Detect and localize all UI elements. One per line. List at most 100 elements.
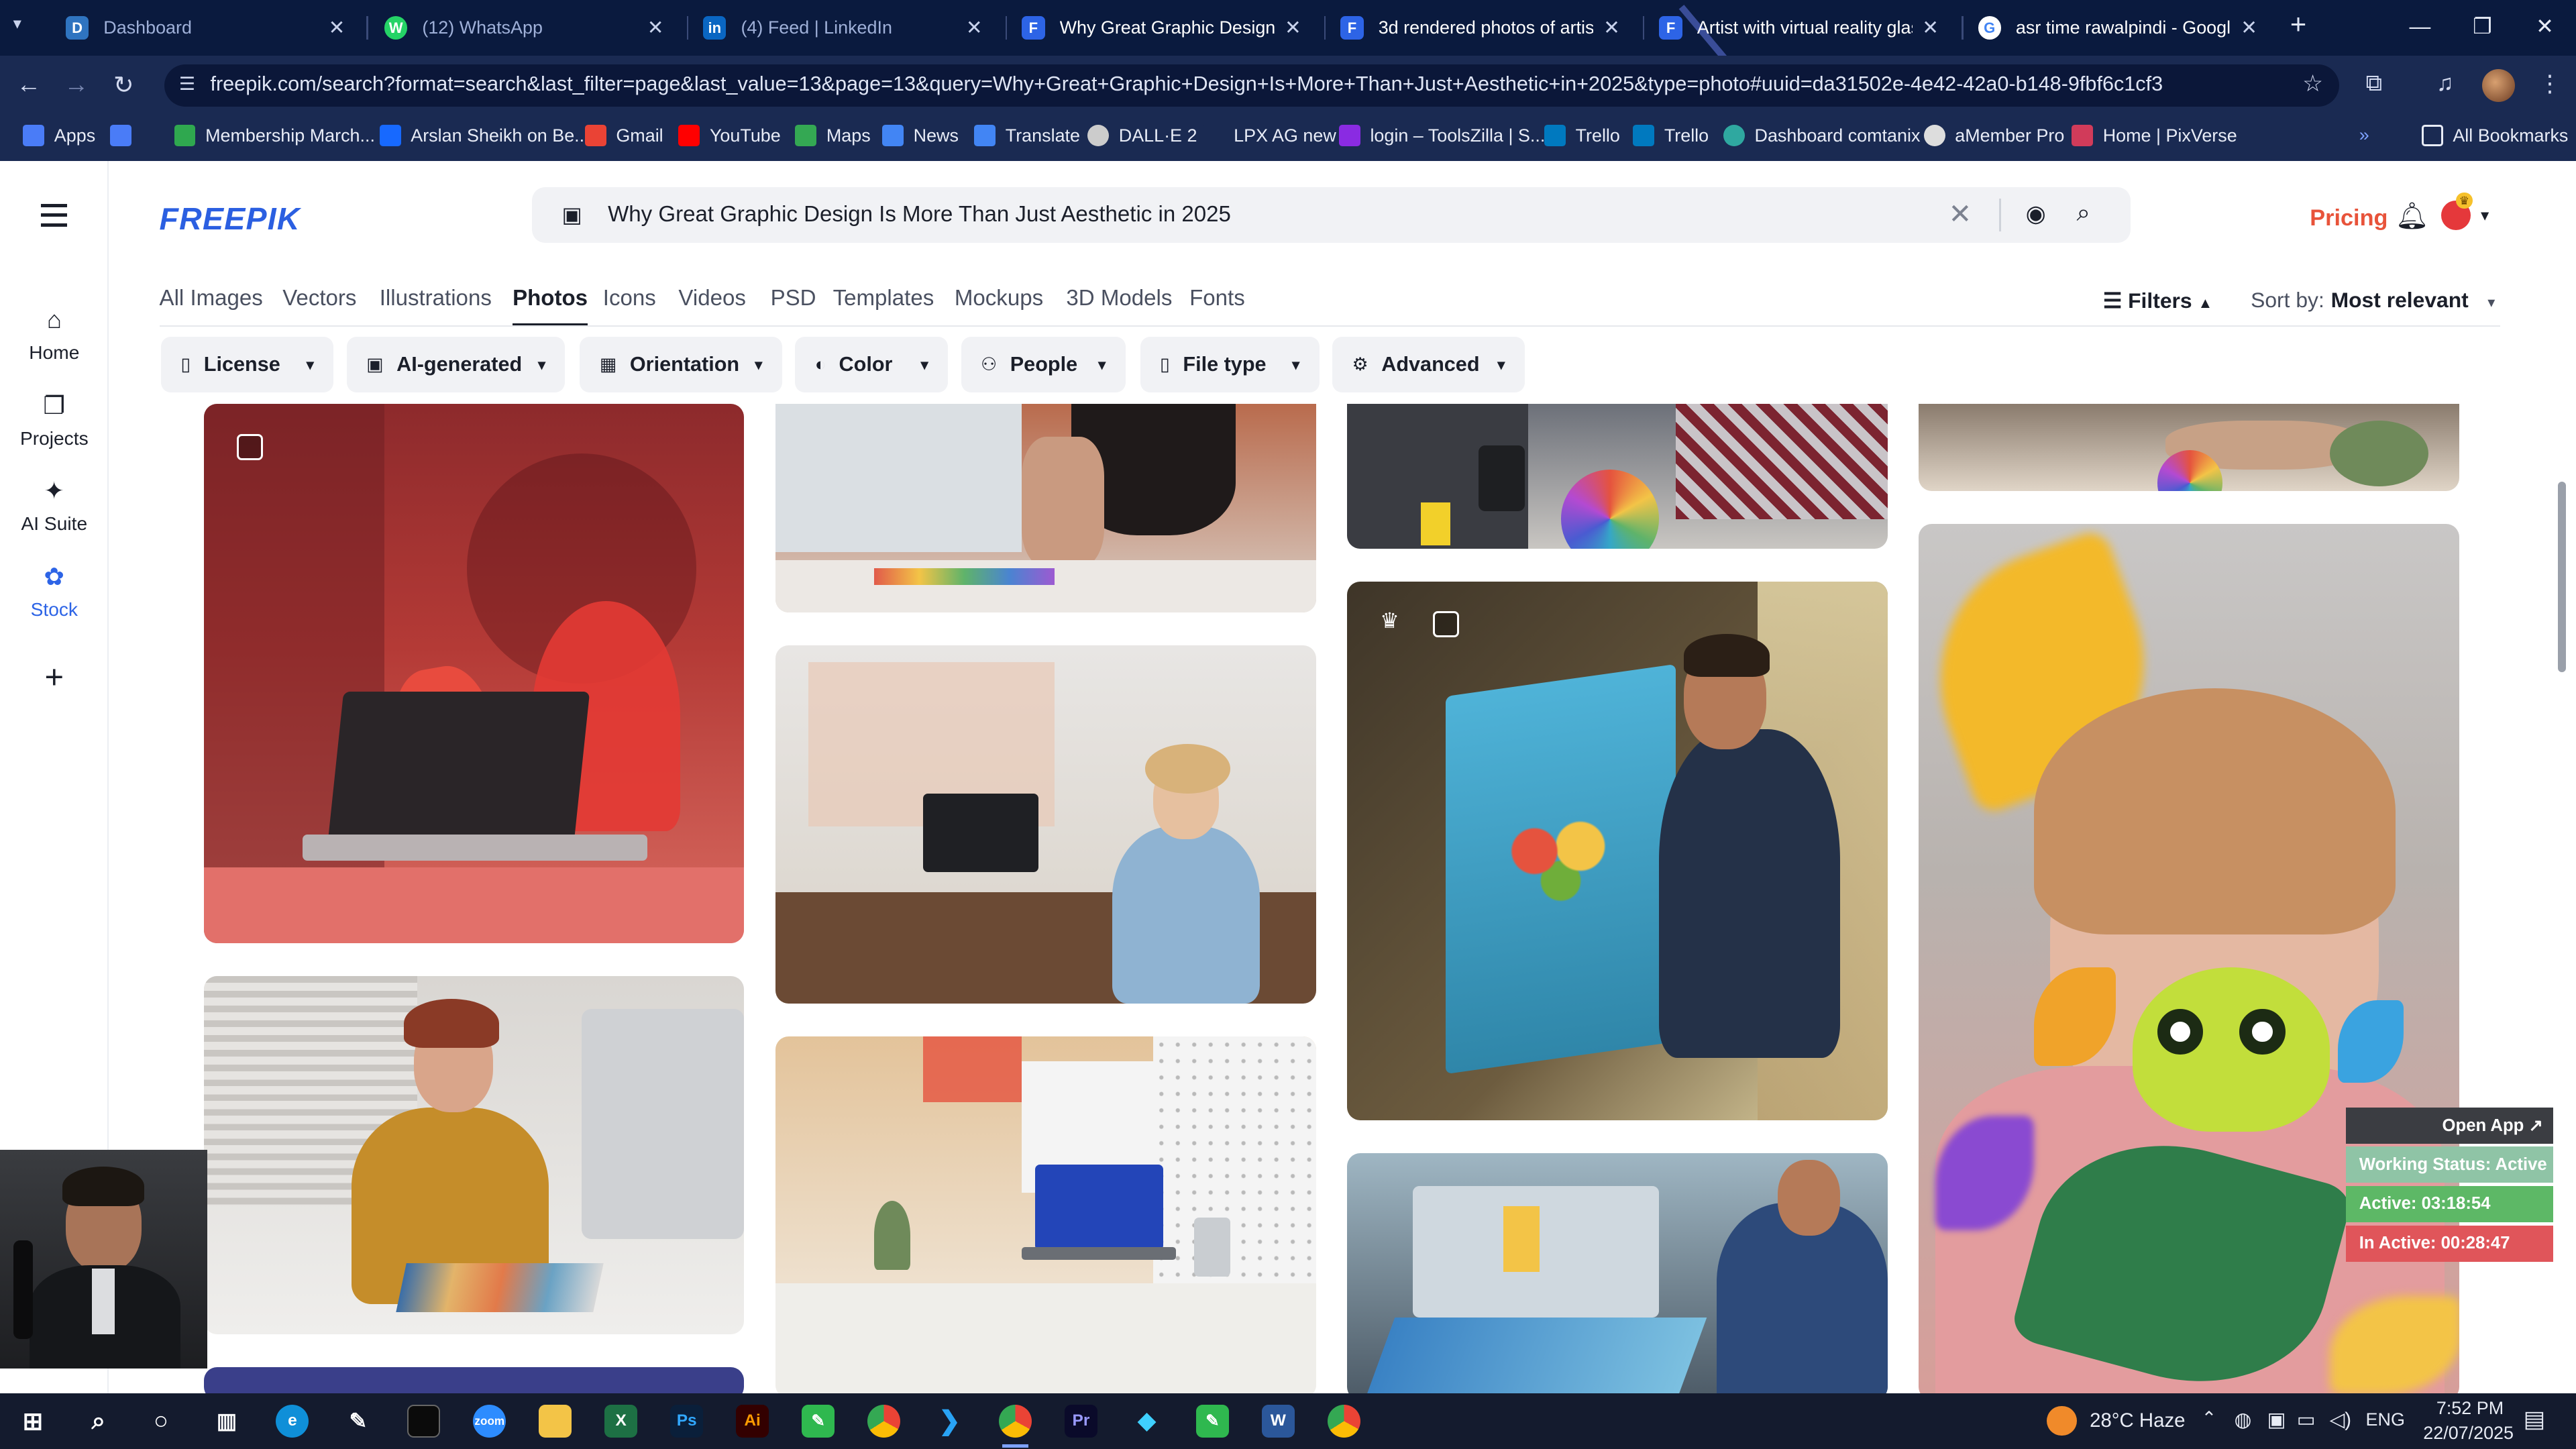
back-arrow-icon[interactable]: ← bbox=[16, 70, 41, 99]
language-indicator[interactable]: ENG bbox=[2366, 1409, 2405, 1430]
notifications-icon[interactable]: ▤ bbox=[2524, 1406, 2545, 1433]
image-type-icon[interactable]: ▣ bbox=[562, 202, 582, 227]
bookmark-news[interactable]: News bbox=[882, 125, 959, 146]
bookmark-pixverse[interactable]: Home | PixVerse bbox=[2072, 125, 2237, 146]
file-explorer-icon[interactable] bbox=[539, 1404, 572, 1438]
bookmark-trello-1[interactable]: Trello bbox=[1544, 125, 1620, 146]
tray-app-icon[interactable]: ▣ bbox=[2267, 1408, 2286, 1432]
extensions-icon[interactable]: ⧉ bbox=[2366, 70, 2382, 97]
rail-home[interactable]: ⌂ Home bbox=[0, 306, 109, 364]
tab-photos[interactable]: Photos bbox=[513, 286, 588, 326]
premiere-icon[interactable]: Pr bbox=[1064, 1404, 1097, 1438]
browser-tab-whatsapp[interactable]: W (12) WhatsApp ✕ bbox=[368, 7, 680, 50]
media-controls-icon[interactable]: ♫ bbox=[2436, 70, 2454, 97]
search-bar[interactable]: ▣ Why Great Graphic Design Is More Than … bbox=[532, 187, 2131, 244]
all-bookmarks-button[interactable]: All Bookmarks bbox=[2421, 125, 2568, 146]
browser-tab-freepik-active[interactable]: F Why Great Graphic Design Is M ✕ bbox=[1006, 7, 1318, 50]
close-tab-icon[interactable]: ✕ bbox=[329, 16, 345, 40]
tab-templates[interactable]: Templates bbox=[833, 286, 934, 311]
bookmark-grid[interactable] bbox=[110, 125, 142, 146]
bookmark-behance[interactable]: Arslan Sheikh on Be... bbox=[379, 125, 590, 146]
tab-psd[interactable]: PSD bbox=[771, 286, 816, 311]
diamond-app-icon[interactable]: ◆ bbox=[1130, 1405, 1163, 1438]
volume-icon[interactable]: ◁) bbox=[2330, 1408, 2351, 1432]
freepik-logo[interactable]: FREEPIK bbox=[160, 201, 301, 237]
chevron-down-icon[interactable]: ▾ bbox=[2481, 205, 2489, 225]
zoom-icon[interactable]: zoom bbox=[473, 1404, 506, 1438]
browser-tab-freepik-3d[interactable]: F 3d rendered photos of artist m ✕ bbox=[1324, 7, 1636, 50]
filter-advanced[interactable]: ⚙ Advanced ▾ bbox=[1332, 337, 1525, 393]
photo-man-painting-fruit[interactable]: ♛ bbox=[1347, 581, 1888, 1121]
tab-mockups[interactable]: Mockups bbox=[955, 286, 1043, 311]
bookmark-youtube[interactable]: YouTube bbox=[678, 125, 781, 146]
bookmark-translate[interactable]: Translate bbox=[974, 125, 1080, 146]
clear-search-icon[interactable]: ✕ bbox=[1949, 197, 1972, 230]
filter-people[interactable]: ⚇ People ▾ bbox=[961, 337, 1126, 393]
pen-icon[interactable]: ✎ bbox=[341, 1405, 374, 1438]
rail-ai-suite[interactable]: ✦ AI Suite bbox=[0, 476, 109, 535]
bookmark-lpx[interactable]: LPX AG new bbox=[1202, 125, 1336, 146]
add-icon[interactable]: + bbox=[0, 659, 109, 696]
browser-tab-dashboard[interactable]: D Dashboard ✕ bbox=[49, 7, 361, 50]
edge-icon[interactable]: e bbox=[276, 1404, 309, 1438]
filter-orientation[interactable]: ▦ Orientation ▾ bbox=[580, 337, 782, 393]
bell-icon[interactable]: 🔔︎ bbox=[2396, 201, 2429, 231]
green-app-icon[interactable]: ✎ bbox=[1195, 1404, 1229, 1438]
bookmark-trello-2[interactable]: Trello bbox=[1633, 125, 1709, 146]
photoshop-icon[interactable]: Ps bbox=[670, 1404, 704, 1438]
close-window-icon[interactable]: ✕ bbox=[2515, 7, 2574, 46]
tab-3d-models[interactable]: 3D Models bbox=[1066, 286, 1172, 311]
search-icon[interactable]: ⌕ bbox=[2077, 199, 2091, 227]
clock-date[interactable]: 22/07/2025 bbox=[2423, 1423, 2514, 1444]
browser-tab-linkedin[interactable]: in (4) Feed | LinkedIn ✕ bbox=[687, 7, 999, 50]
illustrator-icon[interactable]: Ai bbox=[736, 1404, 769, 1438]
photo-man-yellow-jacket[interactable] bbox=[203, 975, 745, 1334]
close-tab-icon[interactable]: ✕ bbox=[1922, 16, 1939, 40]
tab-vectors[interactable]: Vectors bbox=[282, 286, 356, 311]
sort-dropdown[interactable]: Sort by: Most relevant ▾ bbox=[2251, 288, 2495, 313]
photo-woman-desk-moodboard[interactable] bbox=[775, 645, 1316, 1004]
search-icon[interactable]: ⌕ bbox=[82, 1405, 115, 1438]
excel-icon[interactable]: X bbox=[604, 1404, 638, 1438]
close-tab-icon[interactable]: ✕ bbox=[2241, 16, 2257, 40]
bookmark-dalle[interactable]: DALL·E 2 bbox=[1087, 125, 1197, 146]
site-info-icon[interactable]: ☰ bbox=[179, 74, 199, 94]
chrome-active-icon[interactable] bbox=[998, 1404, 1032, 1438]
network-icon[interactable]: ▭ bbox=[2297, 1408, 2316, 1432]
chrome-icon[interactable] bbox=[867, 1404, 901, 1438]
clock-time[interactable]: 7:52 PM bbox=[2436, 1398, 2504, 1419]
rail-stock[interactable]: ✿ Stock bbox=[0, 562, 109, 621]
terminal-icon[interactable] bbox=[407, 1404, 441, 1438]
browser-tab-google[interactable]: G asr time rawalpindi - Google Se ✕ bbox=[1962, 7, 2273, 50]
chrome-menu-icon[interactable]: ⋮ bbox=[2538, 70, 2561, 97]
photo-woman-illustration-butterflies[interactable] bbox=[1919, 524, 2460, 1393]
bookmark-maps[interactable]: Maps bbox=[795, 125, 871, 146]
camera-search-icon[interactable]: ◉ bbox=[2026, 201, 2046, 227]
chevron-up-icon[interactable]: ⌃ bbox=[2202, 1408, 2217, 1429]
photo-red-laptop-plants[interactable] bbox=[203, 404, 745, 943]
bookmark-membership[interactable]: Membership March... bbox=[174, 125, 375, 146]
cortana-icon[interactable]: ○ bbox=[145, 1405, 178, 1438]
chrome-icon[interactable] bbox=[1327, 1404, 1360, 1438]
search-input[interactable]: Why Great Graphic Design Is More Than Ju… bbox=[608, 202, 1231, 227]
tab-illustrations[interactable]: Illustrations bbox=[380, 286, 492, 311]
bookmark-amember[interactable]: aMember Pro bbox=[1923, 125, 2064, 146]
new-tab-button[interactable]: + bbox=[2290, 8, 2306, 40]
tab-fonts[interactable]: Fonts bbox=[1189, 286, 1245, 311]
photo-partial[interactable] bbox=[203, 1366, 745, 1393]
tab-search-dropdown-icon[interactable]: ▾ bbox=[13, 13, 21, 34]
pricing-link[interactable]: Pricing bbox=[2310, 205, 2387, 231]
bookmark-comtanix[interactable]: Dashboard comtanix bbox=[1723, 125, 1920, 146]
bookmark-star-icon[interactable]: ☆ bbox=[2302, 70, 2323, 97]
weather-text[interactable]: 28°C Haze bbox=[2090, 1409, 2185, 1432]
windows-start-icon[interactable]: ⊞ bbox=[16, 1405, 49, 1438]
green-app-icon[interactable]: ✎ bbox=[802, 1404, 835, 1438]
tab-all-images[interactable]: All Images bbox=[160, 286, 263, 311]
filter-ai-generated[interactable]: ▣ AI-generated ▾ bbox=[346, 337, 566, 393]
user-avatar[interactable]: ♛ bbox=[2441, 192, 2473, 230]
photo-tattoo-arm-desk[interactable] bbox=[1919, 404, 2460, 492]
url-text[interactable]: freepik.com/search?format=search&last_fi… bbox=[210, 72, 2163, 96]
tab-icons[interactable]: Icons bbox=[603, 286, 656, 311]
bookmark-toolszilla[interactable]: login – ToolsZilla | S... bbox=[1338, 125, 1545, 146]
tray-app-icon[interactable]: ◍ bbox=[2235, 1408, 2252, 1432]
